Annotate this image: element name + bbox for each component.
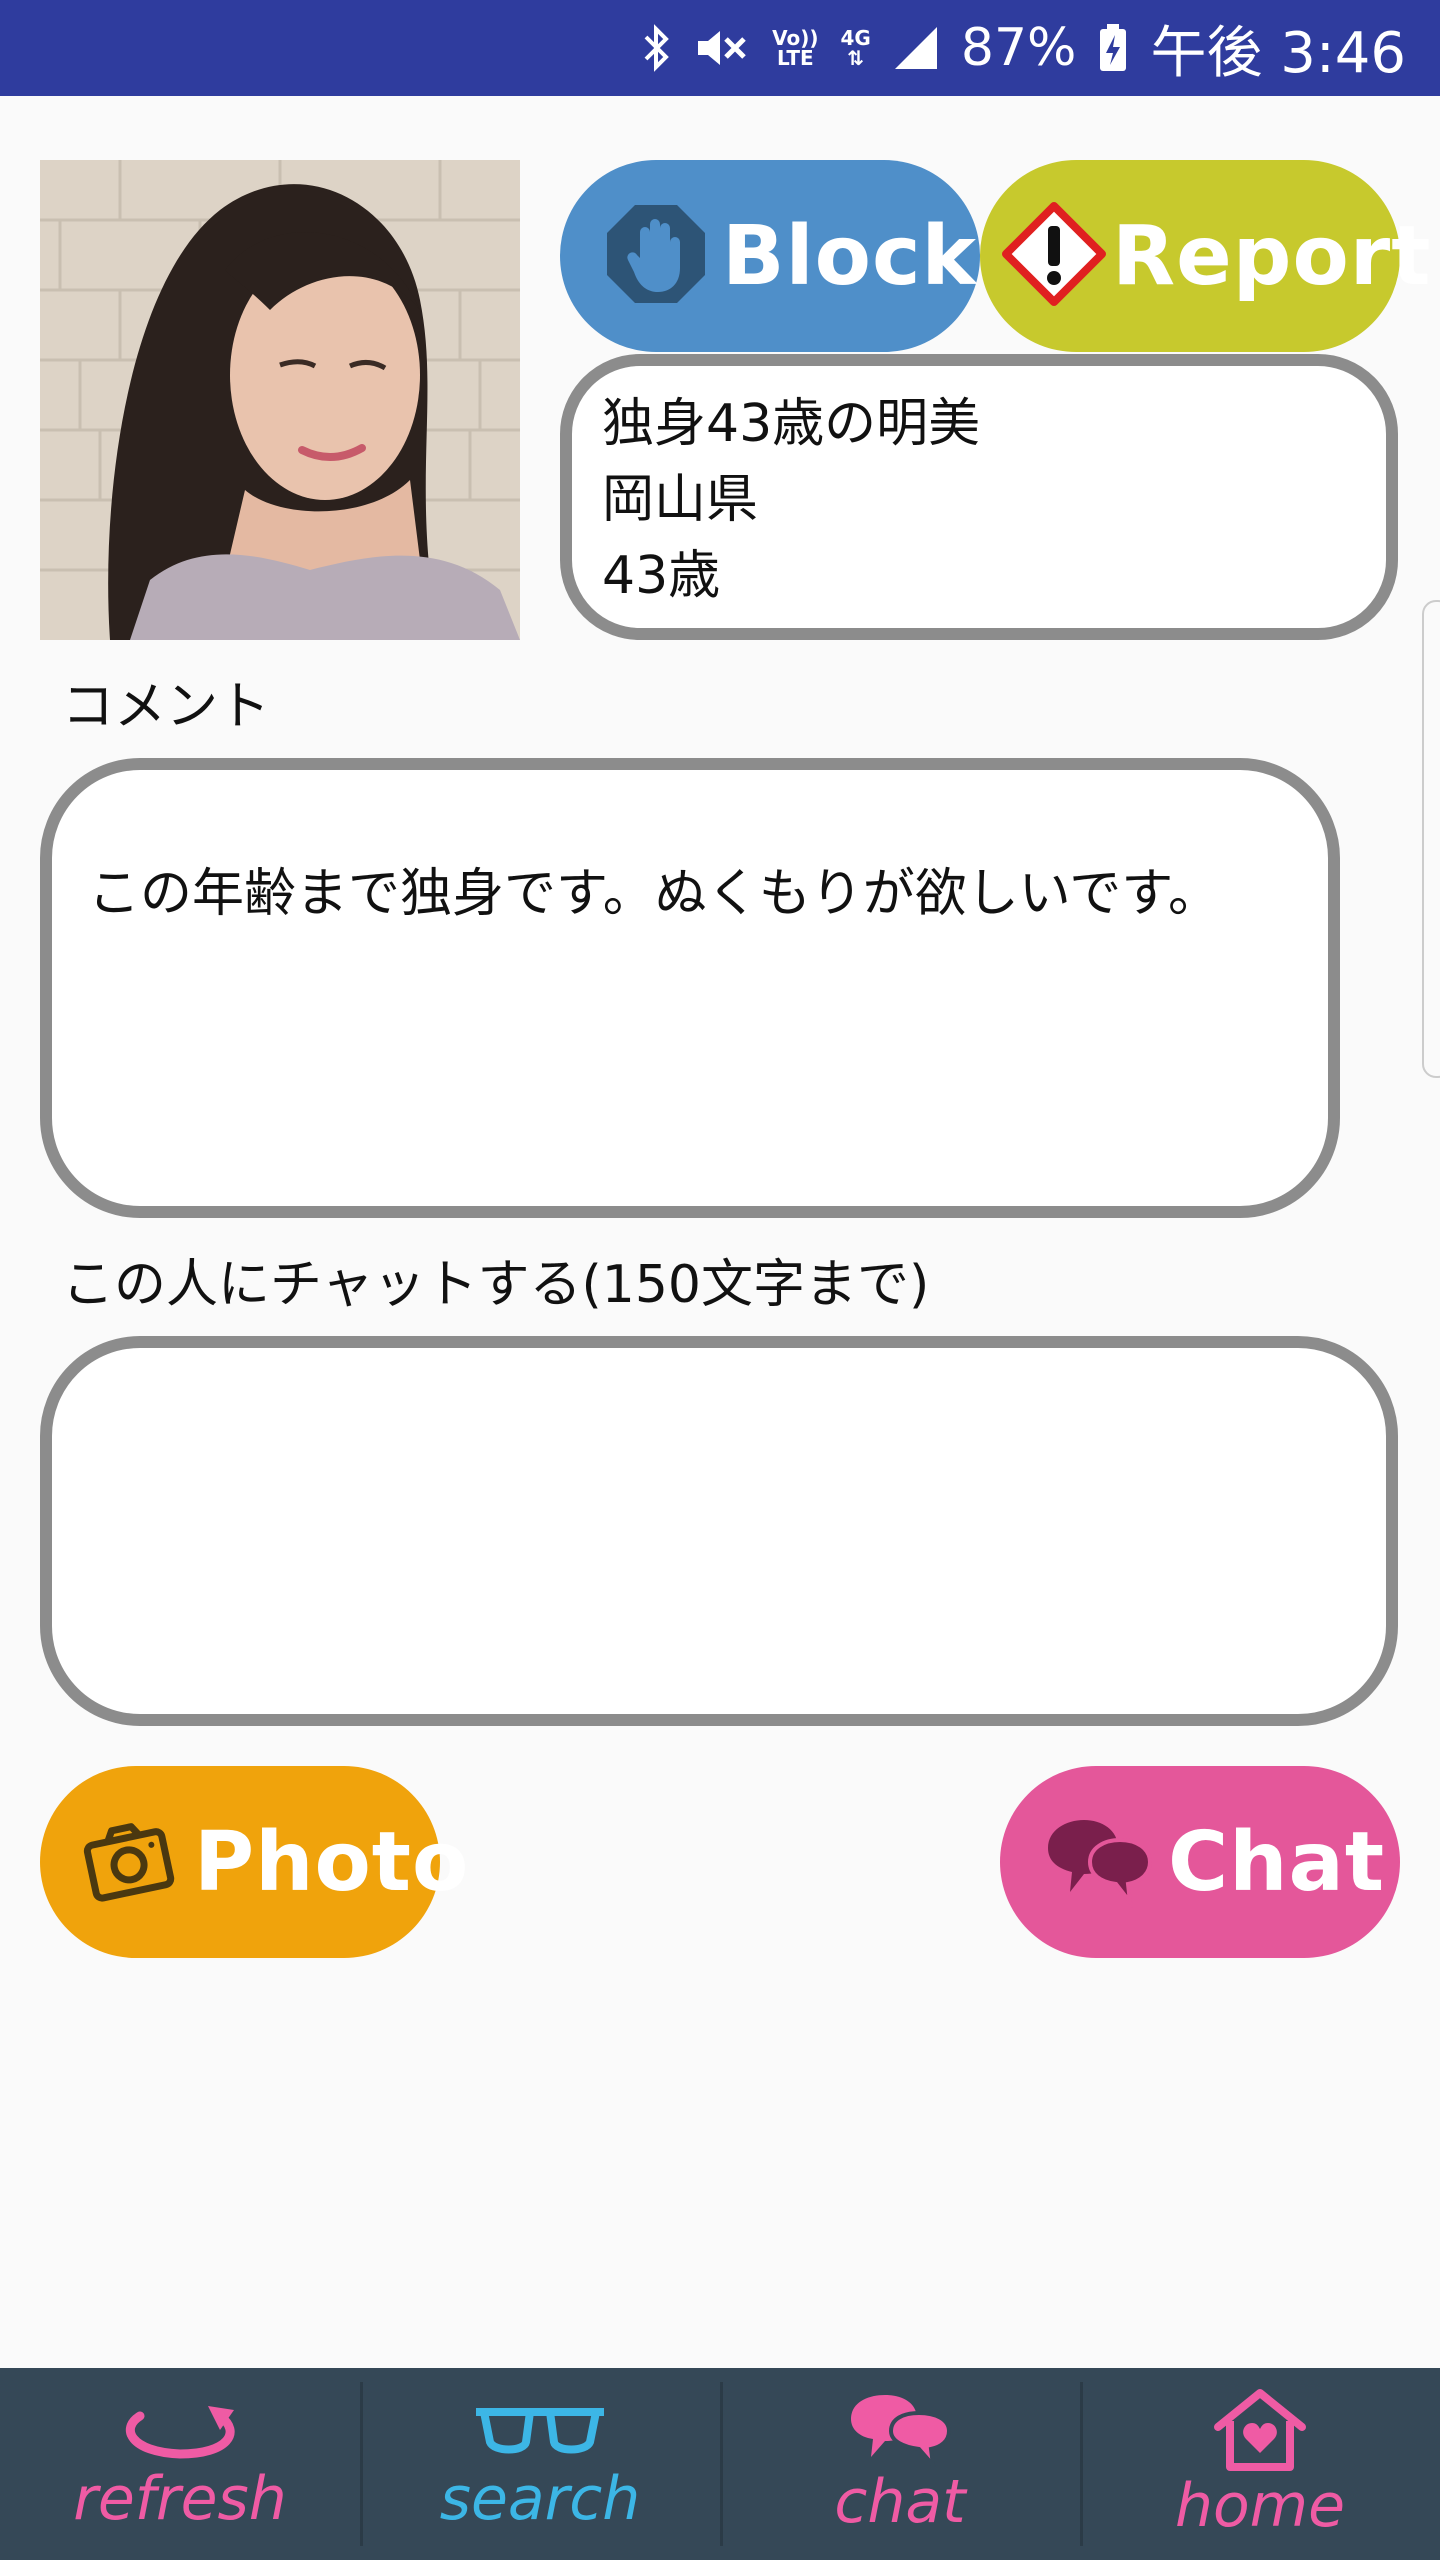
nav-refresh-label: refresh (73, 2464, 287, 2534)
profile-info-box: 独身43歳の明美 岡山県 43歳 (560, 354, 1398, 640)
comment-label: コメント (62, 677, 271, 737)
network-indicator: 4G ⇅ (841, 28, 871, 68)
network-type-text: 4G (840, 26, 871, 50)
stop-hand-icon (604, 202, 708, 310)
block-button[interactable]: Block (560, 160, 980, 352)
bottom-navigation: refresh search chat home (0, 2368, 1440, 2560)
nav-chat-label: chat (834, 2467, 966, 2537)
volte-top-text: Vo)) (772, 26, 819, 50)
chat-bubbles-icon (1040, 1812, 1156, 1912)
comment-text: この年齢まで独身です。ぬくもりが欲しいです。 (88, 864, 1221, 924)
profile-photo-image (40, 160, 520, 640)
profile-prefecture: 岡山県 (602, 470, 759, 530)
chat-message-input[interactable] (40, 1336, 1398, 1726)
nav-home-label: home (1174, 2471, 1346, 2541)
nav-search-label: search (439, 2464, 641, 2534)
clock: 午後 3:46 (1150, 20, 1406, 86)
bluetooth-icon (642, 23, 672, 73)
chat-label: Chat (1168, 1814, 1386, 1910)
nav-home[interactable]: home (1080, 2368, 1440, 2560)
photo-button[interactable]: Photo (40, 1766, 468, 1958)
signal-icon (893, 23, 939, 73)
nav-search[interactable]: search (360, 2368, 720, 2560)
battery-percent: 87% (960, 18, 1077, 78)
photo-label: Photo (194, 1814, 470, 1910)
report-button[interactable]: Report (980, 160, 1430, 352)
volte-bottom-text: LTE (776, 46, 814, 70)
profile-name: 独身43歳の明美 (602, 394, 981, 454)
report-label: Report (1112, 208, 1432, 304)
home-heart-icon (1210, 2387, 1310, 2475)
volte-indicator: Vo)) LTE (772, 28, 818, 68)
nav-chat[interactable]: chat (720, 2368, 1080, 2560)
block-label: Block (722, 208, 978, 304)
chat-button[interactable]: Chat (1000, 1766, 1400, 1958)
scroll-indicator[interactable] (1422, 600, 1440, 1078)
comment-box: この年齢まで独身です。ぬくもりが欲しいです。 (40, 758, 1340, 1218)
chat-input-label: この人にチャットする(150文字まで) (62, 1255, 930, 1315)
refresh-icon (110, 2394, 250, 2468)
mute-icon (694, 23, 750, 73)
status-bar: Vo)) LTE 4G ⇅ 87% 午後 3:46 (0, 0, 1440, 96)
profile-age: 43歳 (602, 546, 721, 606)
nav-refresh[interactable]: refresh (0, 2368, 360, 2560)
warning-icon (1002, 202, 1106, 310)
profile-photo[interactable] (40, 160, 520, 640)
chat-bubbles-icon (845, 2391, 955, 2472)
battery-charging-icon (1098, 23, 1128, 73)
camera-icon (80, 1812, 176, 1912)
glasses-icon (470, 2394, 610, 2468)
data-arrows-icon: ⇅ (847, 46, 865, 70)
